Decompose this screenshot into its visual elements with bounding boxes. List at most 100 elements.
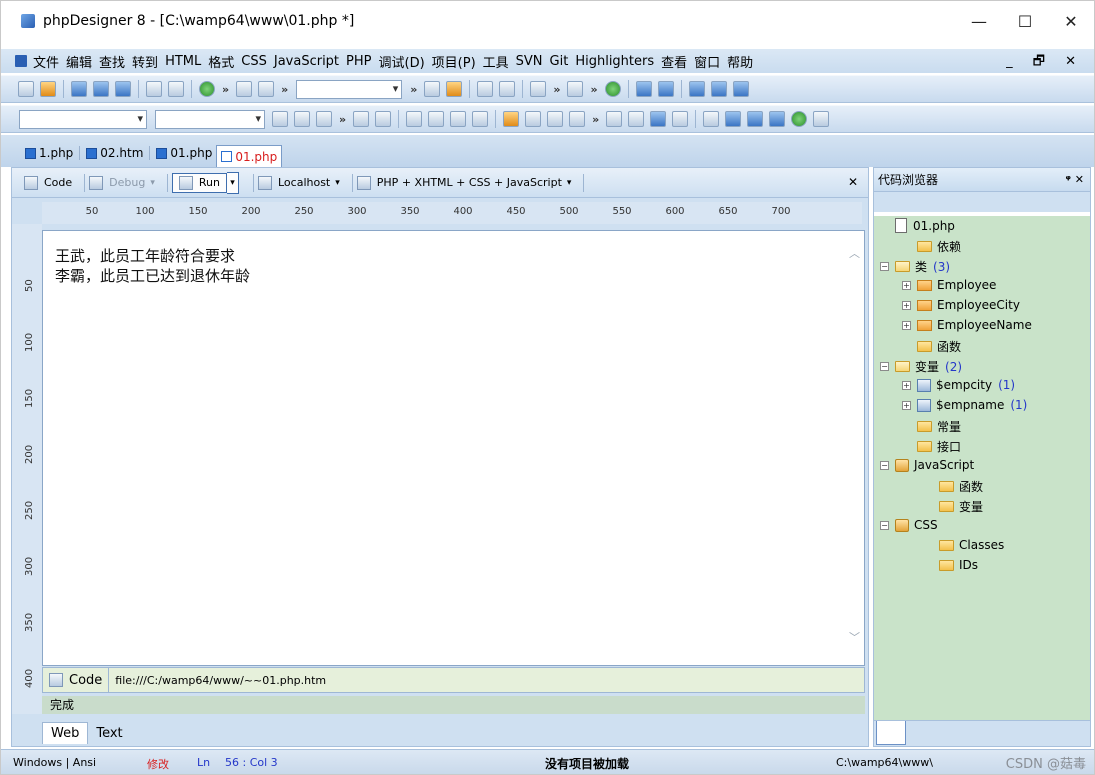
toolbar-dropdown-mid[interactable] — [155, 109, 265, 129]
menu-svn[interactable]: SVN — [516, 54, 543, 69]
toolbar-dropdown-left[interactable] — [19, 109, 147, 129]
outdent-icon[interactable] — [428, 111, 445, 127]
save-icon[interactable] — [71, 81, 87, 97]
tree-node[interactable]: − 类 (3) — [880, 258, 950, 275]
cut-icon[interactable] — [236, 81, 253, 97]
tab-web[interactable]: Web — [42, 722, 89, 744]
menu-file[interactable]: 文件 — [33, 52, 59, 71]
toolbar-overflow-icon[interactable]: » — [410, 83, 417, 96]
code-browser-filter[interactable] — [874, 192, 1090, 216]
tree-node[interactable]: − 变量 (2) — [880, 358, 962, 375]
localhost-button[interactable]: Localhost ▾ — [257, 175, 340, 190]
bookmark-icon[interactable] — [424, 81, 441, 97]
menu-javascript[interactable]: JavaScript — [274, 54, 339, 69]
tree-node[interactable]: 01.php — [895, 218, 955, 233]
scroll-up-icon[interactable]: ︿ — [849, 245, 860, 261]
browser-icon[interactable] — [604, 81, 621, 97]
menu-find[interactable]: 查找 — [99, 52, 125, 71]
file-tab-02-htm[interactable]: 02.htm — [82, 143, 147, 163]
preview-url[interactable]: file:///C:/wamp64/www/~~01.php.htm — [109, 674, 326, 687]
menu-goto[interactable]: 转到 — [132, 52, 158, 71]
back-arrow-icon[interactable] — [530, 81, 547, 97]
menu-css[interactable]: CSS — [241, 54, 267, 69]
bookmark-next-icon[interactable] — [446, 81, 463, 97]
export-icon[interactable] — [569, 111, 586, 127]
menu-git[interactable]: Git — [550, 54, 569, 69]
edit-icon[interactable] — [375, 111, 392, 127]
tree-node[interactable]: IDs — [939, 558, 978, 572]
expand-icon[interactable]: + — [902, 320, 911, 330]
collapse-icon[interactable]: − — [880, 520, 889, 530]
format-alt-icon[interactable] — [499, 81, 516, 97]
file-tab-1-php[interactable]: 1.php — [21, 143, 77, 163]
toolbar-overflow-icon[interactable]: » — [592, 113, 599, 126]
wizard-icon[interactable] — [353, 111, 370, 127]
syntax-profile-button[interactable]: PHP + XHTML + CSS + JavaScript ▾ — [356, 175, 571, 190]
tag-icon[interactable] — [272, 111, 288, 127]
spell-icon[interactable] — [525, 111, 542, 127]
menu-tools[interactable]: 工具 — [483, 52, 509, 71]
code-view-icon[interactable] — [725, 111, 742, 127]
toolbar-combo[interactable] — [296, 79, 403, 99]
collapse-icon[interactable]: − — [880, 262, 889, 271]
hand-icon[interactable] — [503, 111, 520, 127]
collapse-icon[interactable]: − — [880, 362, 889, 371]
panel-right-icon[interactable] — [657, 81, 674, 97]
file-tab-01-php-active[interactable]: 01.php — [216, 145, 283, 167]
expand-icon[interactable]: + — [902, 300, 911, 310]
run-dropdown-button[interactable]: ▾ — [226, 171, 239, 194]
tree-node[interactable]: − JavaScript — [880, 458, 974, 472]
layout-horizontal-icon[interactable] — [688, 81, 705, 97]
run-alt-icon[interactable] — [769, 111, 786, 127]
link-icon[interactable] — [606, 111, 623, 127]
toolbar-overflow-icon[interactable]: » — [281, 83, 288, 96]
options-icon[interactable] — [813, 111, 830, 127]
layout-cascade-icon[interactable] — [732, 81, 749, 97]
open-folder-icon[interactable] — [40, 81, 56, 97]
menu-help[interactable]: 帮助 — [727, 52, 753, 71]
tree-node[interactable]: + Employee — [902, 278, 996, 292]
menu-format[interactable]: 格式 — [208, 52, 234, 71]
tree-node[interactable]: + $empname (1) — [902, 398, 1027, 412]
expand-icon[interactable]: + — [902, 280, 911, 290]
expand-icon[interactable]: + — [902, 380, 911, 390]
run-button[interactable]: Run — [171, 172, 227, 193]
toolbar-overflow-icon[interactable]: » — [590, 83, 597, 96]
image-icon[interactable] — [316, 111, 332, 127]
toolbar-overflow-icon[interactable]: » — [339, 113, 346, 126]
frame-icon[interactable] — [703, 111, 720, 127]
menu-window[interactable]: 窗口 — [694, 52, 720, 71]
save-as-icon[interactable] — [93, 81, 109, 97]
tree-node[interactable]: 变量 — [939, 498, 983, 515]
tree-node[interactable]: − CSS — [880, 518, 938, 532]
tools-icon[interactable] — [567, 81, 584, 97]
menu-debug[interactable]: 调试(D) — [379, 52, 425, 71]
maximize-button[interactable]: ☐ — [1002, 1, 1048, 41]
expand-icon[interactable]: + — [902, 400, 911, 410]
preview-icon[interactable] — [547, 111, 564, 127]
code-browser-tab[interactable] — [876, 721, 906, 745]
scroll-down-icon[interactable]: ﹀ — [849, 629, 860, 645]
tree-node[interactable]: 依赖 — [917, 238, 961, 255]
tree-node[interactable]: Classes — [939, 538, 1004, 552]
globe-icon[interactable] — [199, 81, 215, 97]
code-view-button[interactable]: Code — [24, 175, 72, 190]
print-icon[interactable] — [168, 81, 184, 97]
save-all-icon[interactable] — [115, 81, 131, 97]
code-toggle-button[interactable]: Code — [43, 668, 110, 692]
menu-php[interactable]: PHP — [346, 54, 371, 69]
toolbar-overflow-icon[interactable]: » — [553, 83, 560, 96]
tree-node[interactable]: 常量 — [917, 418, 961, 435]
print-preview-icon[interactable] — [146, 81, 162, 97]
collapse-icon[interactable]: − — [880, 460, 889, 470]
panel-left-icon[interactable] — [635, 81, 652, 97]
editor-close-button[interactable]: ✕ — [848, 175, 858, 189]
paste-icon[interactable] — [258, 81, 275, 97]
tree-node[interactable]: + $empcity (1) — [902, 378, 1015, 392]
comment-icon[interactable] — [450, 111, 467, 127]
menu-html[interactable]: HTML — [165, 54, 201, 69]
table-icon[interactable] — [294, 111, 310, 127]
picture-icon[interactable] — [628, 111, 645, 127]
file-tab-01-php[interactable]: 01.php — [152, 143, 216, 163]
panel-controls[interactable]: ᵠ ✕ — [1066, 173, 1084, 186]
